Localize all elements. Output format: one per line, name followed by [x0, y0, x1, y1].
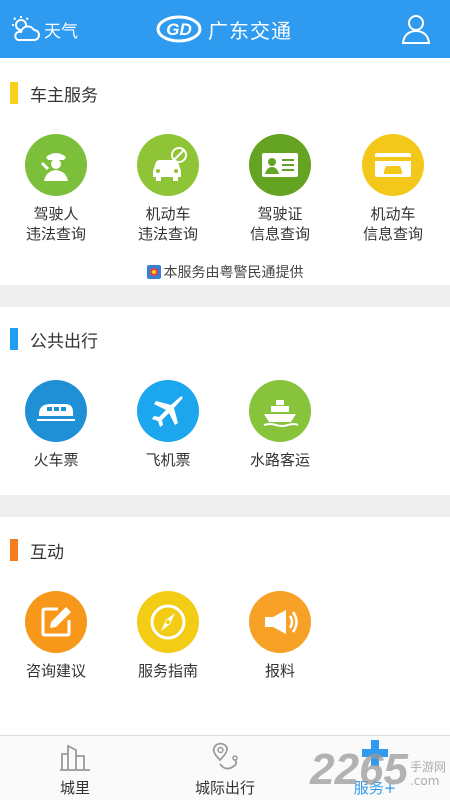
section-divider	[0, 495, 450, 517]
tile-label: 机动车 违法查询	[137, 205, 198, 243]
weather-label: 天气	[44, 21, 78, 42]
nav-label: 城际出行	[194, 779, 255, 797]
airplane-icon	[137, 380, 199, 442]
section-accent-bar	[10, 328, 18, 350]
user-button[interactable]	[400, 13, 432, 45]
vehicle-info-query[interactable]: 机动车 信息查询	[343, 134, 443, 244]
tile-label: 驾驶人 违法查询	[25, 205, 86, 243]
nav-item-intercity[interactable]: 城际出行	[165, 736, 285, 800]
site-watermark: 2265 手游网 .com	[310, 742, 446, 792]
nav-label: 城里	[59, 779, 90, 797]
interaction-section: 互动	[0, 535, 450, 565]
train-ticket[interactable]: 火车票	[6, 380, 106, 470]
weather-button[interactable]: 天气	[10, 14, 78, 44]
car-violation-icon	[137, 134, 199, 196]
tile-label: 报料	[264, 662, 295, 680]
tile-label: 机动车 信息查询	[362, 205, 423, 243]
compass-icon	[137, 591, 199, 653]
report-tip[interactable]: 报料	[230, 591, 330, 681]
weather-icon	[12, 16, 40, 41]
user-icon	[401, 15, 431, 44]
megaphone-icon	[249, 591, 311, 653]
section-accent-bar	[10, 82, 18, 104]
public-travel-section: 公共出行	[0, 324, 450, 354]
watermark-site: 手游网 .com	[409, 760, 446, 788]
section-divider	[0, 285, 450, 307]
vehicle-card-icon	[362, 134, 424, 196]
section-title: 互动	[30, 542, 64, 563]
gd-logo-icon: GD	[156, 15, 202, 43]
consult-suggest[interactable]: 咨询建议	[6, 591, 106, 681]
license-info-query[interactable]: 驾驶证 信息查询	[230, 134, 330, 244]
section-title: 车主服务	[30, 85, 98, 106]
section-header: 公共出行	[0, 324, 98, 354]
edit-icon	[25, 591, 87, 653]
tile-label: 服务指南	[137, 662, 198, 680]
section-header: 车主服务	[0, 78, 98, 108]
app-title: 广东交通	[208, 18, 292, 43]
map-pin-route-icon	[212, 742, 238, 770]
tile-label: 驾驶证 信息查询	[249, 205, 310, 243]
app-brand: GD 广东交通	[156, 12, 292, 46]
app-header: 天气 GD 广东交通	[0, 0, 450, 58]
svg-text:GD: GD	[166, 20, 192, 39]
license-card-icon	[249, 134, 311, 196]
driver-violation-query[interactable]: 驾驶人 违法查询	[6, 134, 106, 244]
nav-item-city[interactable]: 城里	[15, 736, 135, 800]
tile-label: 火车票	[33, 451, 79, 469]
section-accent-bar	[10, 539, 18, 561]
tile-label: 咨询建议	[25, 662, 86, 680]
service-provider-note: 本服务由粤警民通提供	[0, 262, 450, 282]
city-icon	[60, 744, 90, 771]
train-icon	[25, 380, 87, 442]
air-ticket[interactable]: 飞机票	[118, 380, 218, 470]
police-badge-icon	[146, 265, 161, 279]
tile-label: 飞机票	[145, 451, 191, 469]
service-guide[interactable]: 服务指南	[118, 591, 218, 681]
watermark-number: 2265	[310, 745, 408, 794]
tile-label: 水路客运	[249, 451, 310, 469]
section-title: 公共出行	[30, 331, 98, 352]
ship-icon	[249, 380, 311, 442]
police-icon	[25, 134, 87, 196]
section-header: 互动	[0, 535, 64, 565]
vehicle-violation-query[interactable]: 机动车 违法查询	[118, 134, 218, 244]
water-transport[interactable]: 水路客运	[230, 380, 330, 470]
